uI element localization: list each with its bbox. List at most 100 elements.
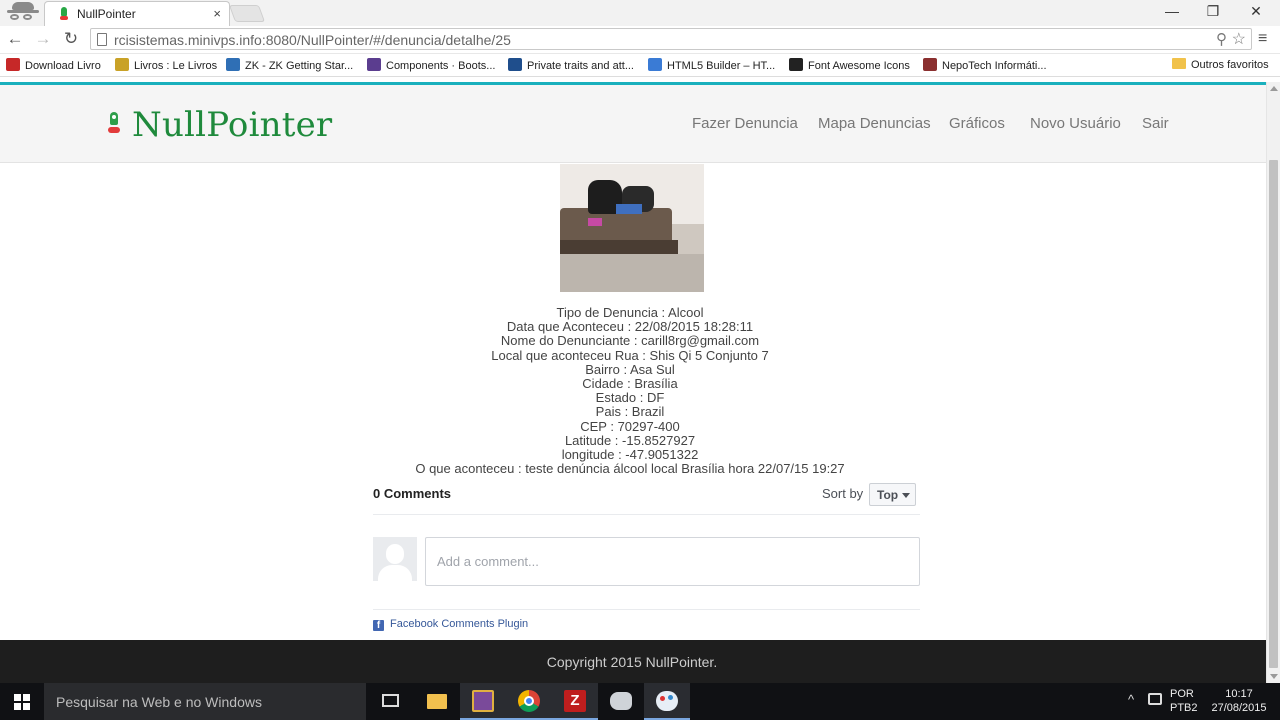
sort-select[interactable]: Top: [869, 483, 916, 506]
other-bookmarks-folder[interactable]: Outros favoritos: [1172, 58, 1269, 71]
back-button[interactable]: ←: [4, 29, 26, 49]
other-bookmarks-label: Outros favoritos: [1191, 59, 1269, 71]
detail-cep: CEP : 70297-400: [580, 418, 680, 434]
scroll-thumb[interactable]: [1269, 160, 1278, 668]
input-language-indicator[interactable]: POR PTB2: [1170, 687, 1198, 715]
browser-tab-bar: NullPointer × — ❐ ✕: [0, 0, 1280, 26]
windows-logo-icon: [14, 694, 30, 710]
new-tab-button[interactable]: [228, 5, 266, 22]
forward-button[interactable]: →: [32, 29, 54, 49]
divider: [373, 609, 920, 610]
lang-bottom: PTB2: [1170, 702, 1198, 714]
comment-input[interactable]: Add a comment...: [425, 537, 920, 586]
reload-button[interactable]: ↻: [60, 29, 82, 49]
avatar: [373, 537, 417, 581]
paint-icon[interactable]: [644, 683, 690, 720]
bookmark-label: ZK - ZK Getting Star...: [245, 60, 354, 72]
sort-label: Sort by: [822, 486, 864, 501]
show-hidden-icons-icon[interactable]: ^: [1128, 692, 1134, 707]
bookmark-favicon-icon: [923, 58, 937, 71]
page-scrollbar[interactable]: [1266, 82, 1280, 683]
bookmark-favicon-icon: [226, 58, 240, 71]
comment-placeholder: Add a comment...: [437, 554, 539, 569]
bookmark-favicon-icon: [789, 58, 803, 71]
bookmark-favicon-icon: [367, 58, 381, 71]
browser-menu-icon[interactable]: ≡: [1258, 30, 1267, 48]
bookmark-item[interactable]: Private traits and att...: [508, 58, 634, 72]
detail-local: Local que aconteceu Rua : Shis Qi 5 Conj…: [491, 347, 769, 363]
restore-window-button[interactable]: ❐: [1203, 3, 1223, 20]
search-icon[interactable]: ⚲: [1216, 30, 1227, 48]
lang-top: POR: [1170, 688, 1194, 700]
scroll-up-icon[interactable]: [1270, 86, 1278, 91]
facebook-plugin-label: Facebook Comments Plugin: [390, 618, 529, 630]
detail-denunciante: Nome do Denunciante : carill8rg@gmail.co…: [500, 333, 760, 349]
nav-mapa-denuncias[interactable]: Mapa Denuncias: [818, 115, 931, 132]
chevron-down-icon: [902, 493, 911, 498]
minimize-window-button[interactable]: —: [1162, 3, 1182, 19]
bookmark-favicon-icon: [648, 58, 662, 71]
bookmark-favicon-icon: [6, 58, 20, 71]
bookmark-item[interactable]: Download Livro: [6, 58, 101, 72]
taskbar-search-input[interactable]: Pesquisar na Web e no Windows: [44, 683, 366, 720]
bookmark-item[interactable]: Livros : Le Livros: [115, 58, 217, 72]
bookmark-star-icon[interactable]: ☆: [1232, 29, 1246, 49]
chrome-icon[interactable]: [506, 683, 552, 720]
bookmark-label: Font Awesome Icons: [808, 60, 910, 72]
clock[interactable]: 10:17 27/08/2015: [1204, 687, 1274, 715]
browser-toolbar: ← → ↻ rcisistemas.minivps.info:8080/Null…: [0, 26, 1280, 54]
divider: [373, 514, 920, 515]
map-pin-favicon-icon: [59, 7, 69, 21]
bookmark-item[interactable]: ZK - ZK Getting Star...: [226, 58, 353, 72]
clock-time: 10:17: [1225, 688, 1253, 700]
comments-count: 0 Comments: [373, 486, 452, 501]
detail-bairro: Bairro : Asa Sul: [585, 361, 675, 377]
address-bar[interactable]: rcisistemas.minivps.info:8080/NullPointe…: [90, 28, 1252, 50]
bookmark-label: HTML5 Builder – HT...: [667, 60, 776, 72]
facebook-icon: f: [373, 620, 384, 631]
nav-novo-usuario[interactable]: Novo Usuário: [1030, 115, 1121, 132]
nav-graficos[interactable]: Gráficos: [949, 115, 1005, 132]
bookmark-label: NepoTech Informáti...: [942, 60, 1047, 72]
bookmark-item[interactable]: Components · Boots...: [367, 58, 495, 72]
map-pin-logo-icon: [108, 112, 120, 136]
close-tab-icon[interactable]: ×: [213, 6, 221, 21]
detail-tipo: Tipo de Denuncia : Alcool: [556, 305, 704, 320]
detail-estado: Estado : DF: [595, 390, 665, 406]
windows-taskbar: Pesquisar na Web e no Windows Z ^ POR PT…: [0, 683, 1280, 720]
scroll-down-icon[interactable]: [1270, 674, 1278, 679]
tab-nullpointer[interactable]: NullPointer ×: [44, 1, 230, 26]
bookmark-label: Download Livro: [25, 60, 101, 72]
copyright-text: Copyright 2015 NullPointer.: [546, 654, 718, 670]
start-button[interactable]: [0, 683, 44, 720]
detail-cidade: Cidade : Brasília: [582, 376, 678, 392]
app-icon[interactable]: [460, 683, 506, 720]
network-icon[interactable]: [1148, 693, 1162, 705]
file-explorer-icon[interactable]: [414, 683, 460, 720]
nav-sair[interactable]: Sair: [1142, 115, 1169, 132]
site-footer: Copyright 2015 NullPointer.: [0, 640, 1266, 683]
bookmark-item[interactable]: HTML5 Builder – HT...: [648, 58, 775, 72]
app-icon[interactable]: [598, 683, 644, 720]
task-view-icon[interactable]: [382, 694, 399, 707]
folder-icon: [1172, 58, 1186, 69]
close-window-button[interactable]: ✕: [1246, 3, 1266, 20]
detail-o-que-aconteceu: O que aconteceu : teste denúncia álcool …: [415, 461, 845, 477]
incognito-icon: [4, 0, 40, 22]
nav-fazer-denuncia[interactable]: Fazer Denuncia: [692, 115, 798, 132]
brand-link[interactable]: NullPointer: [132, 105, 332, 145]
page-icon: [97, 33, 107, 46]
bookmark-favicon-icon: [115, 58, 129, 71]
detail-data: Data que Aconteceu : 22/08/2015 18:28:11: [506, 319, 754, 335]
detail-longitude: longitude : -47.9051322: [561, 447, 699, 463]
tab-title: NullPointer: [77, 7, 136, 21]
bookmark-item[interactable]: Font Awesome Icons: [789, 58, 910, 72]
facebook-plugin-link[interactable]: f Facebook Comments Plugin: [373, 618, 528, 631]
bookmark-item[interactable]: NepoTech Informáti...: [923, 58, 1047, 72]
bookmark-label: Livros : Le Livros: [134, 60, 218, 72]
bookmark-label: Private traits and att...: [527, 60, 634, 72]
bookmarks-bar: Download Livro Livros : Le Livros ZK - Z…: [0, 54, 1280, 77]
filezilla-icon[interactable]: Z: [552, 683, 598, 720]
denuncia-details: Tipo de Denuncia : Alcool Data que Acont…: [380, 305, 880, 477]
address-url[interactable]: rcisistemas.minivps.info:8080/NullPointe…: [114, 32, 511, 48]
